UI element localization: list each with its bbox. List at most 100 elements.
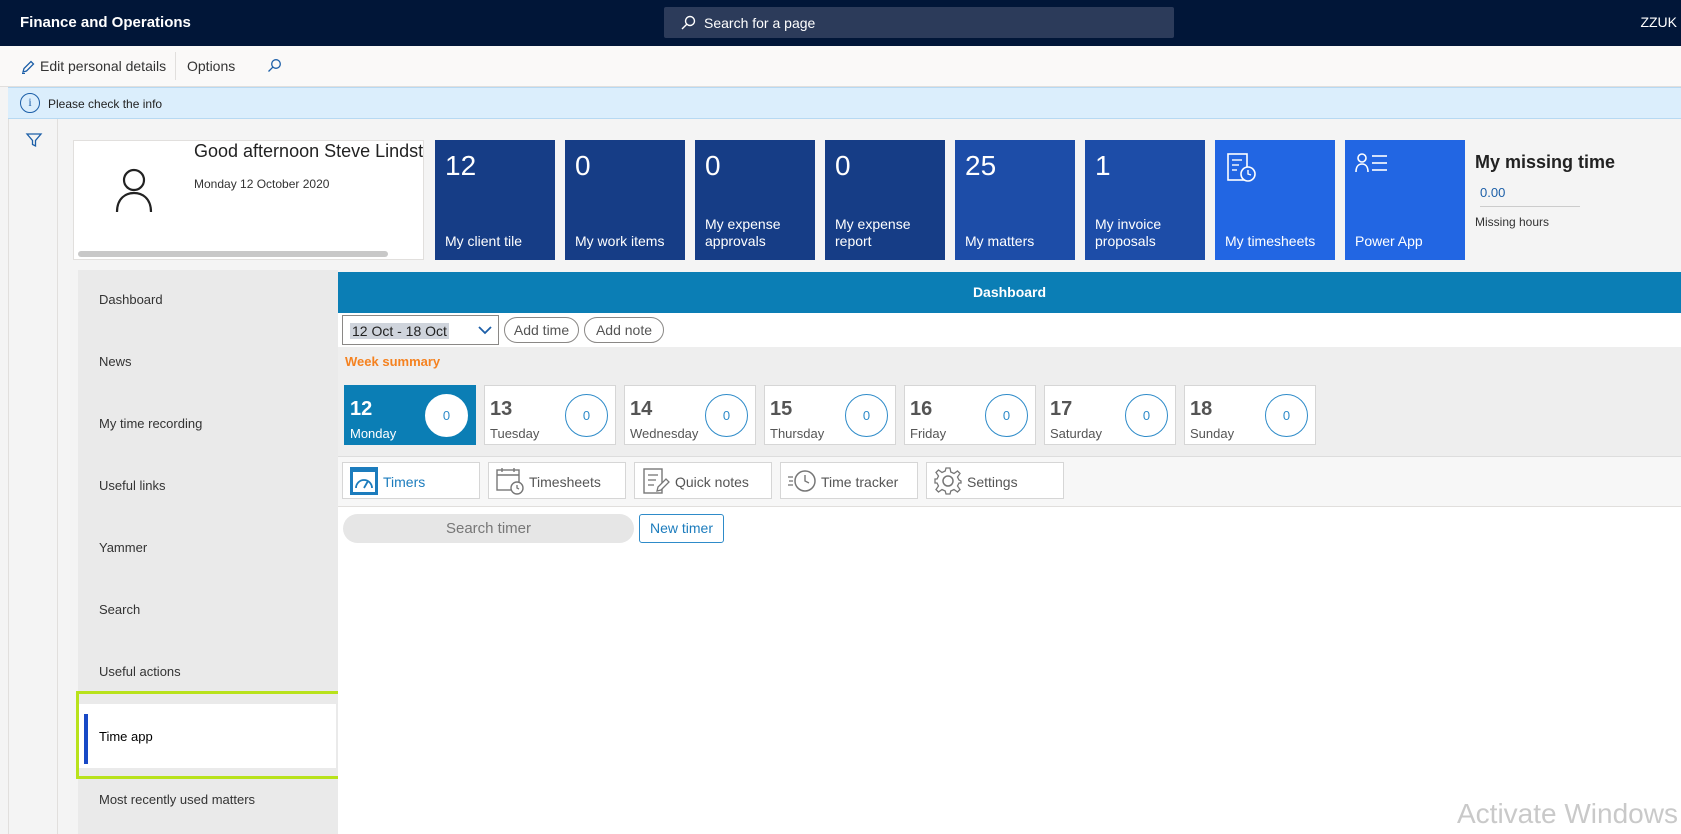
day-name: Saturday bbox=[1050, 426, 1103, 441]
global-search-box[interactable]: Search for a page bbox=[664, 7, 1174, 38]
tile-my-expense-report[interactable]: 0 My expense report bbox=[825, 140, 945, 260]
tile-my-matters[interactable]: 25 My matters bbox=[955, 140, 1075, 260]
day-count: 0 bbox=[705, 394, 748, 437]
tile-value: 1 bbox=[1095, 150, 1111, 181]
day-number: 16 bbox=[910, 398, 933, 420]
day-card-sunday[interactable]: 18 Sunday 0 bbox=[1184, 385, 1316, 445]
timer-content-area bbox=[338, 507, 1681, 834]
nav-item-useful-links[interactable]: Useful links bbox=[78, 456, 336, 514]
selection-highlight bbox=[76, 691, 346, 779]
nav-item-label: Yammer bbox=[99, 540, 148, 555]
day-count: 0 bbox=[565, 394, 608, 437]
tile-value: 25 bbox=[965, 150, 997, 181]
tile-label: My expense approvals bbox=[705, 216, 781, 249]
tab-settings[interactable]: Settings bbox=[926, 462, 1064, 499]
tab-label: Timers bbox=[383, 474, 426, 490]
search-timer-input[interactable]: Search timer bbox=[343, 514, 634, 543]
tab-label: Time tracker bbox=[821, 474, 899, 490]
day-card-saturday[interactable]: 17 Saturday 0 bbox=[1044, 385, 1176, 445]
day-number: 14 bbox=[630, 398, 653, 420]
week-summary: Week summary 12 Monday 0 13 Tuesday 0 14 Wedn… bbox=[338, 347, 1681, 457]
tile-label: My timesheets bbox=[1225, 233, 1316, 249]
tile-label: Power App bbox=[1355, 233, 1423, 249]
day-card-friday[interactable]: 16 Friday 0 bbox=[904, 385, 1036, 445]
pencil-icon bbox=[22, 60, 35, 74]
day-number: 18 bbox=[1190, 398, 1213, 420]
nav-item-label: News bbox=[99, 354, 132, 369]
missing-time-value[interactable]: 0.00 bbox=[1480, 185, 1580, 207]
day-name: Tuesday bbox=[490, 426, 540, 441]
nav-item-label: Most recently used matters bbox=[99, 792, 256, 807]
filter-rail bbox=[8, 119, 58, 834]
tile-label: My client tile bbox=[445, 233, 523, 249]
tab-label: Timesheets bbox=[529, 474, 601, 490]
tab-label: Settings bbox=[967, 474, 1018, 490]
tab-time-tracker[interactable]: Time tracker bbox=[780, 462, 918, 499]
timer-gauge-icon bbox=[350, 467, 378, 495]
info-icon: i bbox=[20, 93, 40, 113]
missing-time-panel: My missing time 0.00 Missing hours bbox=[1475, 152, 1675, 229]
profile-card: Good afternoon Steve Lindstrom Monday 12… bbox=[73, 140, 424, 260]
day-card-wednesday[interactable]: 14 Wednesday 0 bbox=[624, 385, 756, 445]
day-card-thursday[interactable]: 15 Thursday 0 bbox=[764, 385, 896, 445]
day-number: 12 bbox=[350, 398, 373, 420]
tile-value: 0 bbox=[835, 150, 851, 181]
info-message-bar: i Please check the info bbox=[8, 87, 1681, 119]
nav-item-label: My time recording bbox=[99, 416, 203, 431]
tile-label: My work items bbox=[575, 233, 665, 249]
app-title[interactable]: Finance and Operations bbox=[20, 14, 191, 31]
tab-quick-notes[interactable]: Quick notes bbox=[634, 462, 772, 499]
dashboard-controls: 12 Oct - 18 Oct Add time Add note bbox=[338, 313, 1681, 347]
global-search-placeholder: Search for a page bbox=[704, 15, 816, 31]
stopwatch-icon bbox=[788, 470, 816, 492]
date-range-select[interactable]: 12 Oct - 18 Oct bbox=[342, 315, 499, 345]
nav-item-news[interactable]: News bbox=[78, 332, 336, 390]
tile-my-work-items[interactable]: 0 My work items bbox=[565, 140, 685, 260]
tile-my-invoice-proposals[interactable]: 1 My invoice proposals bbox=[1085, 140, 1205, 260]
tile-label: My invoice proposals bbox=[1095, 216, 1162, 249]
nav-item-search[interactable]: Search bbox=[78, 580, 336, 638]
add-time-button[interactable]: Add time bbox=[504, 317, 579, 343]
person-list-icon bbox=[1355, 153, 1387, 173]
calendar-clock-icon bbox=[496, 468, 524, 495]
missing-time-title: My missing time bbox=[1475, 152, 1616, 172]
greeting: Good afternoon Steve Lindstrom bbox=[194, 141, 424, 161]
day-card-monday[interactable]: 12 Monday 0 bbox=[344, 385, 476, 445]
options-button[interactable]: Options bbox=[187, 58, 235, 74]
nav-item-label: Dashboard bbox=[99, 292, 163, 307]
tile-my-expense-approvals[interactable]: 0 My expense approvals bbox=[695, 140, 815, 260]
tile-my-timesheets[interactable]: My timesheets bbox=[1215, 140, 1335, 260]
search-icon[interactable] bbox=[266, 58, 282, 74]
new-timer-button[interactable]: New timer bbox=[639, 514, 724, 543]
tab-timesheets[interactable]: Timesheets bbox=[488, 462, 626, 499]
chevron-down-icon bbox=[478, 326, 492, 335]
tile-value: 0 bbox=[705, 150, 721, 181]
tile-power-app[interactable]: Power App bbox=[1345, 140, 1465, 260]
profile-date: Monday 12 October 2020 bbox=[194, 177, 330, 191]
dashboard-header: Dashboard bbox=[338, 272, 1681, 313]
tile-my-client[interactable]: 12 My client tile bbox=[435, 140, 555, 260]
day-name: Sunday bbox=[1190, 426, 1235, 441]
action-separator bbox=[175, 52, 176, 80]
nav-item-yammer[interactable]: Yammer bbox=[78, 518, 336, 576]
day-number: 15 bbox=[770, 398, 793, 420]
day-number: 13 bbox=[490, 398, 513, 420]
filter-icon[interactable] bbox=[25, 131, 43, 149]
activate-windows-watermark: Activate Windows bbox=[1457, 798, 1678, 829]
day-count: 0 bbox=[845, 394, 888, 437]
nav-item-my-time-recording[interactable]: My time recording bbox=[78, 394, 336, 452]
day-count: 0 bbox=[425, 394, 468, 437]
missing-time-label: Missing hours bbox=[1475, 215, 1550, 229]
day-card-tuesday[interactable]: 13 Tuesday 0 bbox=[484, 385, 616, 445]
add-note-button[interactable]: Add note bbox=[584, 317, 664, 343]
user-badge[interactable]: ZZUK bbox=[1640, 14, 1677, 30]
week-summary-title: Week summary bbox=[345, 354, 441, 369]
gear-icon bbox=[934, 467, 962, 495]
tile-label: My expense report bbox=[835, 216, 911, 249]
day-count: 0 bbox=[1125, 394, 1168, 437]
nav-item-dashboard[interactable]: Dashboard bbox=[78, 270, 336, 328]
edit-personal-details-button[interactable]: Edit personal details bbox=[40, 58, 166, 74]
note-pencil-icon bbox=[643, 468, 670, 494]
tab-timers[interactable]: Timers bbox=[342, 462, 480, 499]
horizontal-scrollbar[interactable] bbox=[78, 251, 388, 257]
